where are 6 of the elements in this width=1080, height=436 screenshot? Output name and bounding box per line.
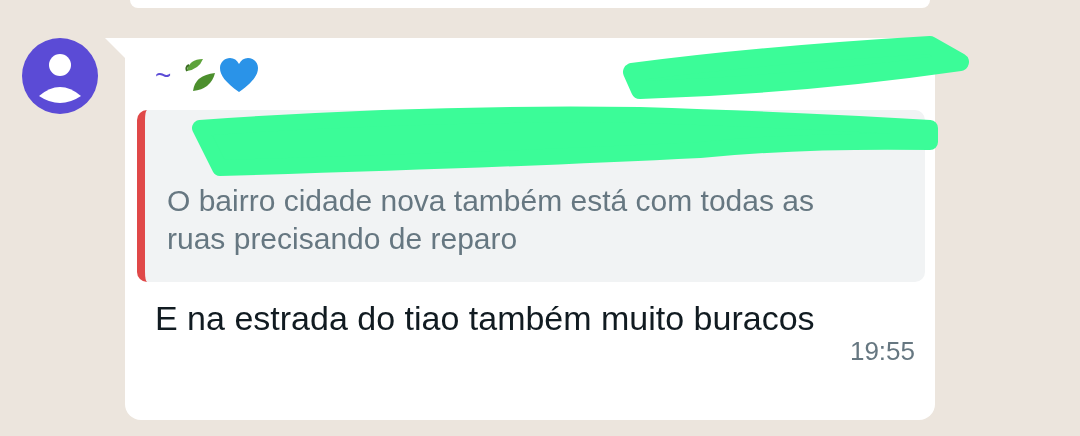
avatar-icon[interactable] bbox=[22, 38, 98, 114]
message-time: 19:55 bbox=[849, 335, 915, 368]
heart-icon bbox=[219, 58, 260, 94]
quoted-text: O bairro cidade nova também está com todas as ruas precisando de reparo bbox=[167, 183, 815, 257]
message-text: E na estrada do tiao também muito buracos bbox=[154, 298, 816, 339]
sender-name: ~ bbox=[155, 59, 172, 93]
